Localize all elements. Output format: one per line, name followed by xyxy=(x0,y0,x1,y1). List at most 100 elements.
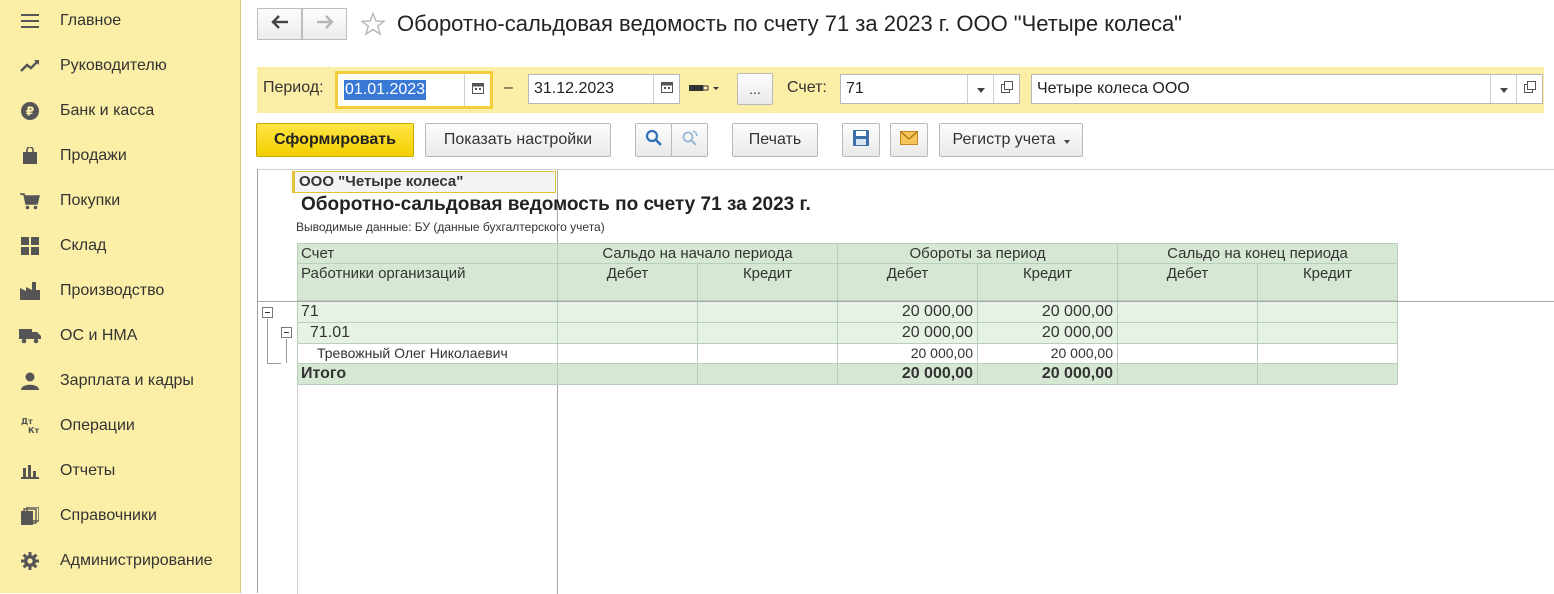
sidebar-item-reports[interactable]: Отчеты xyxy=(0,448,241,493)
sidebar-item-label: Производство xyxy=(60,281,165,299)
sidebar-item-references[interactable]: Справочники xyxy=(0,493,241,538)
row-turnover-debit: 20 000,00 xyxy=(838,344,978,364)
dt-kt-icon: Дт Кт xyxy=(19,415,41,437)
warehouse-icon xyxy=(19,235,41,257)
main-area: Оборотно-сальдовая ведомость по счету 71… xyxy=(241,0,1554,594)
row-turnover-credit: 20 000,00 xyxy=(978,323,1118,344)
svg-text:₽: ₽ xyxy=(26,104,34,118)
tree-line xyxy=(286,339,287,363)
sidebar-item-label: Покупки xyxy=(60,191,121,209)
period-end-input[interactable]: 31.12.2023 xyxy=(528,74,680,104)
organization-dropdown-button[interactable] xyxy=(1490,75,1516,103)
sidebar-item-salary[interactable]: Зарплата и кадры xyxy=(0,358,241,403)
collapse-icon[interactable] xyxy=(262,307,273,318)
filter-bar: Период: 01.01.2023 – 31.12.2023 ... Счет… xyxy=(257,67,1544,113)
calendar-button[interactable] xyxy=(653,75,679,103)
person-icon xyxy=(19,370,41,392)
tree-line xyxy=(267,363,281,364)
sidebar-item-admin[interactable]: Администрирование xyxy=(0,538,241,583)
row-turnover-credit: 20 000,00 xyxy=(978,344,1118,364)
total-label: Итого xyxy=(297,364,558,385)
books-icon xyxy=(19,505,41,527)
organization-input[interactable]: Четыре колеса ООО xyxy=(1031,74,1543,104)
account-open-button[interactable] xyxy=(993,75,1019,103)
ruble-icon: ₽ xyxy=(19,100,41,122)
sidebar-item-bank[interactable]: ₽ Банк и касса xyxy=(0,88,241,133)
save-button[interactable] xyxy=(842,123,880,157)
register-dropdown-button[interactable]: Регистр учета xyxy=(939,123,1083,157)
chevron-down-icon xyxy=(1499,80,1508,98)
generate-button[interactable]: Сформировать xyxy=(256,123,414,157)
svg-text:Дт: Дт xyxy=(21,417,33,426)
sidebar-item-purchases[interactable]: Покупки xyxy=(0,178,241,223)
row-opening-credit xyxy=(698,302,838,323)
header-opening-credit: Кредит xyxy=(698,264,838,301)
sidebar-item-label: Продажи xyxy=(60,146,127,164)
sidebar-item-label: Главное xyxy=(60,11,122,29)
search-next-button[interactable] xyxy=(671,123,708,157)
forward-button[interactable] xyxy=(302,8,347,40)
sidebar-item-label: Администрирование xyxy=(60,551,213,569)
period-variant-icon xyxy=(689,80,723,98)
header-employees: Работники организаций xyxy=(297,264,558,301)
sidebar-item-production[interactable]: Производство xyxy=(0,268,241,313)
svg-text:Кт: Кт xyxy=(28,426,40,435)
period-select-button[interactable]: ... xyxy=(737,73,773,105)
organization-open-button[interactable] xyxy=(1516,75,1542,103)
calendar-button[interactable] xyxy=(464,74,490,106)
total-opening-credit xyxy=(698,364,838,385)
sidebar-item-label: Зарплата и кадры xyxy=(60,371,194,389)
sidebar-item-label: Руководителю xyxy=(60,56,167,74)
bar-chart-icon xyxy=(19,460,41,482)
page-title: Оборотно-сальдовая ведомость по счету 71… xyxy=(397,11,1182,36)
total-closing-debit xyxy=(1118,364,1258,385)
period-variant-dropdown[interactable] xyxy=(689,79,725,99)
period-start-input[interactable]: 01.01.2023 xyxy=(335,71,493,109)
cart-icon xyxy=(19,190,41,212)
header-closing-debit: Дебет xyxy=(1118,264,1258,301)
row-opening-debit xyxy=(558,302,698,323)
row-closing-debit xyxy=(1118,344,1258,364)
sidebar-item-label: Операции xyxy=(60,416,135,434)
report-sheet[interactable]: ООО "Четыре колеса" Оборотно-сальдовая в… xyxy=(257,169,1554,594)
search-button[interactable] xyxy=(635,123,672,157)
arrow-left-icon xyxy=(270,14,289,34)
row-account-name: 71 xyxy=(297,302,558,323)
open-icon xyxy=(1523,80,1536,98)
account-input[interactable]: 71 xyxy=(840,74,1020,104)
open-icon xyxy=(1000,80,1013,98)
back-button[interactable] xyxy=(257,8,302,40)
row-employee-name: Тревожный Олег Николаевич xyxy=(297,344,558,364)
print-button[interactable]: Печать xyxy=(732,123,818,157)
envelope-icon xyxy=(900,130,918,150)
report-output-data: Выводимые данные: БУ (данные бухгалтерск… xyxy=(296,220,605,234)
menu-icon xyxy=(19,10,41,32)
collapse-icon[interactable] xyxy=(281,327,292,338)
favorite-star-icon[interactable] xyxy=(359,11,387,41)
total-opening-debit xyxy=(558,364,698,385)
row-turnover-debit: 20 000,00 xyxy=(838,323,978,344)
row-closing-credit xyxy=(1258,323,1398,344)
sidebar-item-fixed-assets[interactable]: ОС и НМА xyxy=(0,313,241,358)
sidebar-item-sales[interactable]: Продажи xyxy=(0,133,241,178)
chevron-down-icon xyxy=(976,80,985,98)
arrow-right-icon xyxy=(316,14,334,34)
account-dropdown-button[interactable] xyxy=(967,75,993,103)
sidebar-item-main[interactable]: Главное xyxy=(0,0,241,43)
tree-line xyxy=(267,319,268,364)
sidebar-item-operations[interactable]: Дт Кт Операции xyxy=(0,403,241,448)
header-opening-debit: Дебет xyxy=(558,264,698,301)
send-email-button[interactable] xyxy=(890,123,928,157)
calendar-icon xyxy=(471,81,484,99)
show-settings-button[interactable]: Показать настройки xyxy=(425,123,611,157)
header-turnover: Обороты за период xyxy=(838,243,1118,264)
row-closing-credit xyxy=(1258,344,1398,364)
sidebar-item-warehouse[interactable]: Склад xyxy=(0,223,241,268)
row-opening-credit xyxy=(698,344,838,364)
row-closing-debit xyxy=(1118,323,1258,344)
chevron-down-icon xyxy=(1063,131,1070,149)
header-closing-credit: Кредит xyxy=(1258,264,1398,301)
sidebar-item-manager[interactable]: Руководителю xyxy=(0,43,241,88)
period-dash: – xyxy=(504,79,513,96)
sidebar-item-label: Банк и касса xyxy=(60,101,155,119)
